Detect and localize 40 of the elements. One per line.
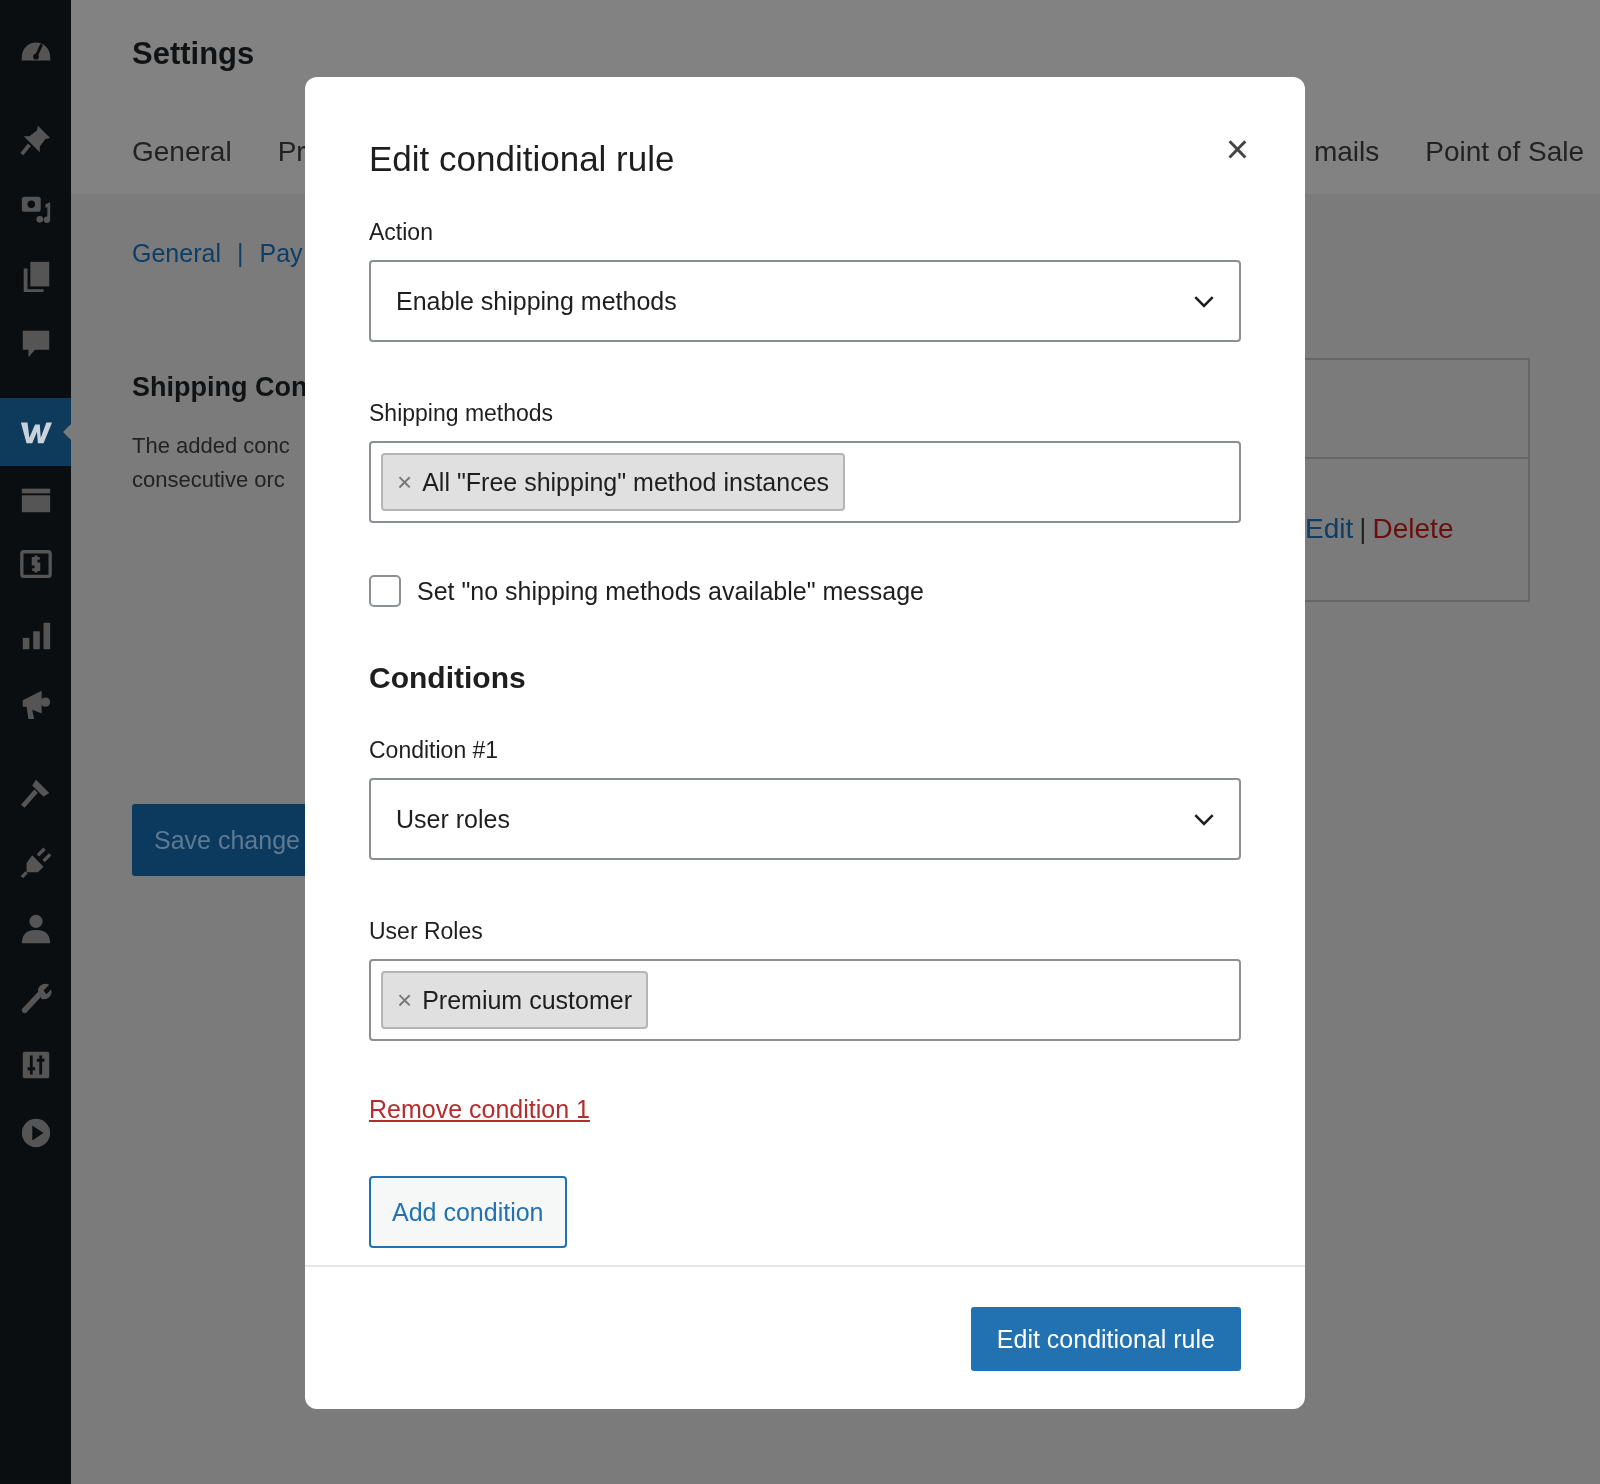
edit-link[interactable]: Edit (1305, 513, 1354, 545)
field-label: Condition #1 (369, 737, 500, 764)
settings-tab[interactable]: General (132, 136, 232, 168)
tag-label: All "Free shipping" method instances (422, 467, 830, 497)
menu-pointer (63, 424, 71, 440)
settings-tab[interactable]: Pr (277, 136, 306, 168)
settings-tab[interactable]: mails (1313, 136, 1380, 168)
remove-tag-button[interactable]: × (397, 984, 413, 1016)
link-separator: | (236, 239, 244, 268)
link-separator: | (1359, 513, 1367, 545)
chevron-down-icon (1193, 294, 1215, 308)
field-label: Shipping methods (369, 400, 555, 427)
add-condition-button[interactable]: Add condition (369, 1176, 567, 1248)
close-button[interactable]: × (1221, 129, 1253, 169)
submit-button[interactable]: Edit conditional rule (970, 1307, 1241, 1371)
section-link[interactable]: General (132, 239, 221, 268)
dialog-title: Edit conditional rule (369, 139, 675, 179)
section-heading: Conditions (369, 661, 527, 695)
chevron-down-icon (1193, 812, 1215, 826)
checkbox[interactable] (369, 575, 401, 607)
shipping-methods-field[interactable]: × All "Free shipping" method instances (369, 441, 1241, 523)
tag-label: Premium customer (422, 985, 632, 1015)
woo-menu-item[interactable] (0, 398, 71, 466)
action-select[interactable]: Enable shipping methods (369, 260, 1241, 342)
section-link[interactable]: Pay (259, 239, 303, 268)
pin-icon (18, 123, 53, 157)
field-label: User Roles (369, 918, 484, 945)
remove-tag-button[interactable]: × (397, 466, 413, 498)
section-heading: Shipping Con (132, 372, 309, 403)
description-line: consecutive orc (132, 466, 286, 494)
dollar-icon (18, 547, 53, 581)
description-line: The added conc (132, 432, 291, 460)
delete-link[interactable]: Delete (1372, 513, 1454, 545)
field-label: Action (369, 219, 434, 246)
settings-tab[interactable]: Point of Sale (1425, 136, 1584, 168)
condition-select[interactable]: User roles (369, 778, 1241, 860)
page-title: Settings (132, 35, 256, 72)
user-roles-field[interactable]: × Premium customer (369, 959, 1241, 1041)
checkbox-label: Set "no shipping methods available" message (417, 576, 924, 606)
remove-condition-link[interactable]: Remove condition 1 (369, 1095, 590, 1124)
